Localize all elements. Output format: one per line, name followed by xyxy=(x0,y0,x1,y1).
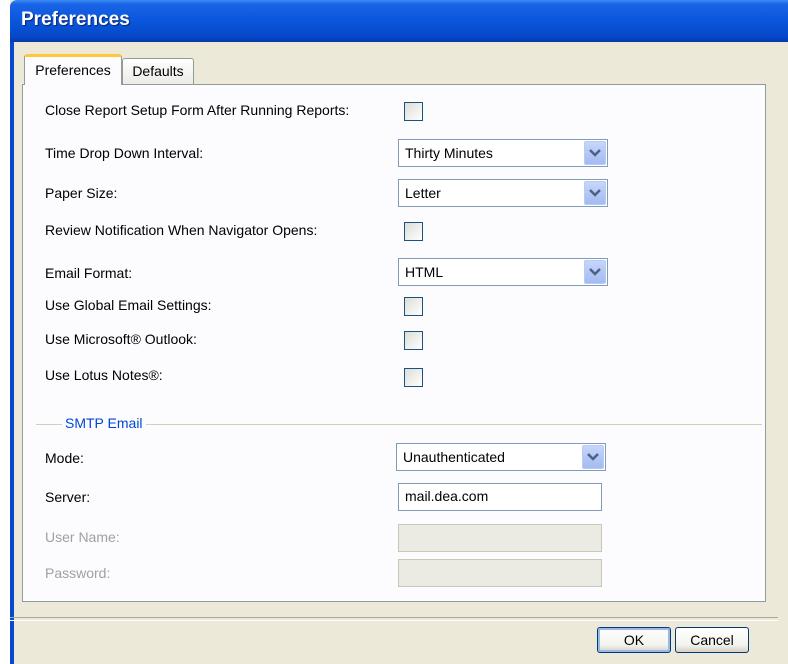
paper-size-value: Letter xyxy=(405,185,441,201)
global-email-checkbox[interactable] xyxy=(404,297,423,316)
title-bar[interactable]: Preferences xyxy=(10,0,788,42)
chevron-down-icon[interactable] xyxy=(584,141,606,165)
close-report-checkbox[interactable] xyxy=(404,102,423,121)
time-interval-value: Thirty Minutes xyxy=(405,145,493,161)
username-input[interactable] xyxy=(398,524,602,552)
ok-button[interactable]: OK xyxy=(597,627,671,653)
time-interval-select[interactable]: Thirty Minutes xyxy=(398,139,608,167)
email-format-select[interactable]: HTML xyxy=(398,258,608,286)
mode-value: Unauthenticated xyxy=(403,449,505,465)
global-email-label: Use Global Email Settings: xyxy=(45,297,212,313)
mode-label: Mode: xyxy=(45,450,84,466)
close-report-label: Close Report Setup Form After Running Re… xyxy=(45,102,350,118)
review-notification-checkbox[interactable] xyxy=(404,222,423,241)
mode-select[interactable]: Unauthenticated xyxy=(396,443,606,471)
time-interval-label: Time Drop Down Interval: xyxy=(45,145,204,161)
tab-preferences[interactable]: Preferences xyxy=(24,54,122,85)
tab-defaults[interactable]: Defaults xyxy=(122,58,194,84)
password-input[interactable] xyxy=(398,559,602,587)
chevron-down-icon[interactable] xyxy=(584,260,606,284)
lotus-label: Use Lotus Notes®: xyxy=(45,367,163,383)
username-label: User Name: xyxy=(45,529,120,545)
cancel-button[interactable]: Cancel xyxy=(675,627,749,653)
smtp-group-title: SMTP Email xyxy=(62,415,146,431)
email-format-value: HTML xyxy=(405,264,444,280)
server-label: Server: xyxy=(45,489,91,505)
footer-separator xyxy=(10,617,778,621)
chevron-down-icon[interactable] xyxy=(582,445,604,469)
paper-size-select[interactable]: Letter xyxy=(398,179,608,207)
window-border xyxy=(10,42,14,664)
review-notification-label: Review Notification When Navigator Opens… xyxy=(45,222,318,238)
chevron-down-icon[interactable] xyxy=(584,181,606,205)
window-title: Preferences xyxy=(21,9,130,30)
paper-size-label: Paper Size: xyxy=(45,185,118,201)
outlook-label: Use Microsoft® Outlook: xyxy=(45,331,197,347)
outlook-checkbox[interactable] xyxy=(404,331,423,350)
lotus-checkbox[interactable] xyxy=(404,368,423,387)
email-format-label: Email Format: xyxy=(45,265,133,281)
password-label: Password: xyxy=(45,565,111,581)
server-input[interactable]: mail.dea.com xyxy=(398,483,602,511)
